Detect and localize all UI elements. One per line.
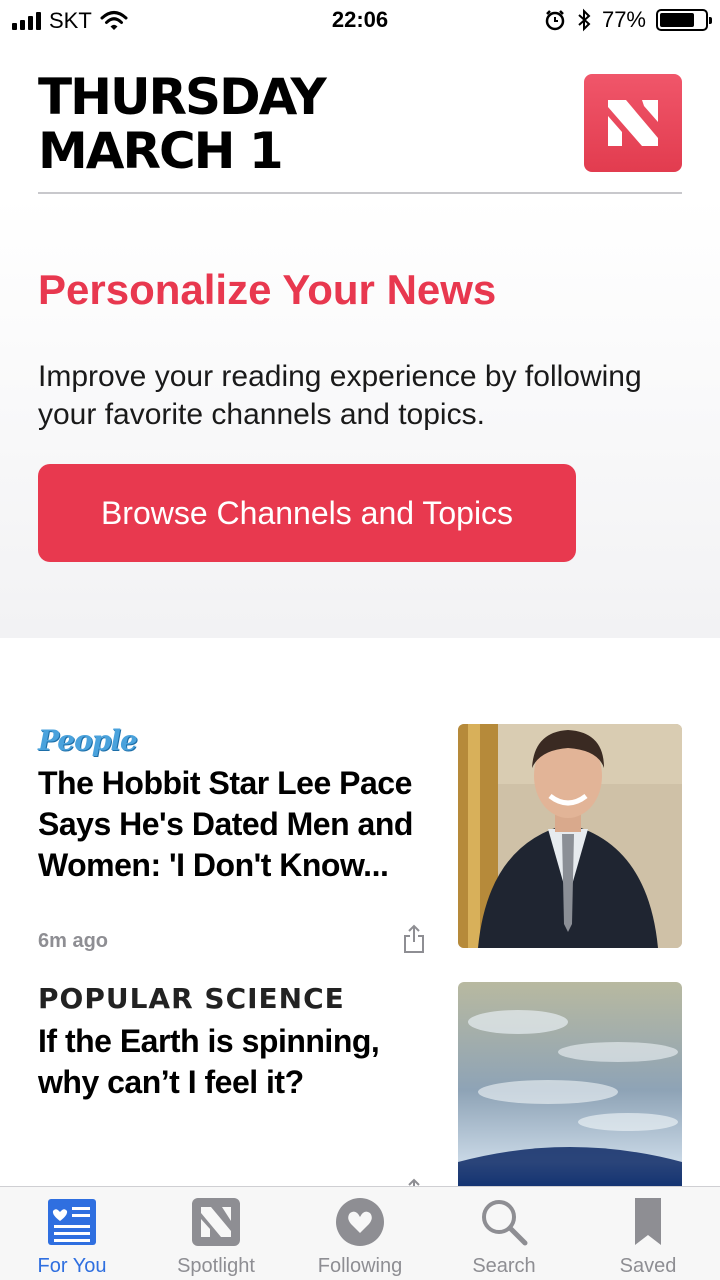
tab-saved[interactable]: Saved [576, 1187, 720, 1280]
tab-label: For You [37, 1255, 107, 1277]
personalize-card: Personalize Your News Improve your readi… [0, 196, 720, 638]
browse-channels-button[interactable]: Browse Channels and Topics [38, 464, 576, 562]
article-thumbnail[interactable] [458, 724, 682, 948]
status-right-group: 77% [544, 7, 712, 33]
news-feed: People The Hobbit Star Lee Pace Says He'… [0, 638, 720, 1186]
tab-search[interactable]: Search [432, 1187, 576, 1280]
article-time: 6m ago [38, 930, 109, 952]
tab-for-you[interactable]: For You [0, 1187, 144, 1280]
promo-title: Personalize Your News [38, 266, 497, 313]
article-card[interactable]: POPULAR SCIENCE If the Earth is spinning… [38, 982, 682, 1186]
promo-text: Improve your reading experience by follo… [38, 360, 642, 431]
alarm-icon [545, 10, 565, 31]
share-icon[interactable] [402, 924, 426, 954]
article-headline[interactable]: If the Earth is spinning, why can’t I fe… [38, 1021, 428, 1103]
tab-label: Following [317, 1255, 403, 1277]
tab-label: Spotlight [177, 1255, 255, 1277]
tab-bar: For You Spotlight Following Search Saved [0, 1186, 720, 1280]
battery-icon [656, 9, 712, 31]
tab-label: Search [472, 1255, 536, 1277]
bluetooth-icon [578, 8, 591, 32]
status-bar: SKT 22:06 77% [0, 0, 720, 40]
article-headline[interactable]: The Hobbit Star Lee Pace Says He's Dated… [38, 763, 428, 886]
article-card[interactable]: People The Hobbit Star Lee Pace Says He'… [38, 724, 682, 953]
tab-following[interactable]: Following [288, 1187, 432, 1280]
battery-percent: 77% [601, 7, 646, 32]
spotlight-icon [192, 1198, 240, 1246]
for-you-icon [48, 1199, 96, 1245]
heart-icon [336, 1198, 384, 1246]
article-thumbnail[interactable] [458, 982, 682, 1186]
search-icon [482, 1200, 528, 1246]
tab-spotlight[interactable]: Spotlight [144, 1187, 288, 1280]
bookmark-icon [635, 1198, 661, 1245]
tab-label: Saved [619, 1255, 677, 1277]
today-header: THURSDAY MARCH 1 [38, 70, 682, 194]
article-meta: 6m ago [38, 924, 426, 954]
share-icon[interactable] [402, 1178, 426, 1186]
news-logo-icon[interactable] [584, 74, 682, 172]
